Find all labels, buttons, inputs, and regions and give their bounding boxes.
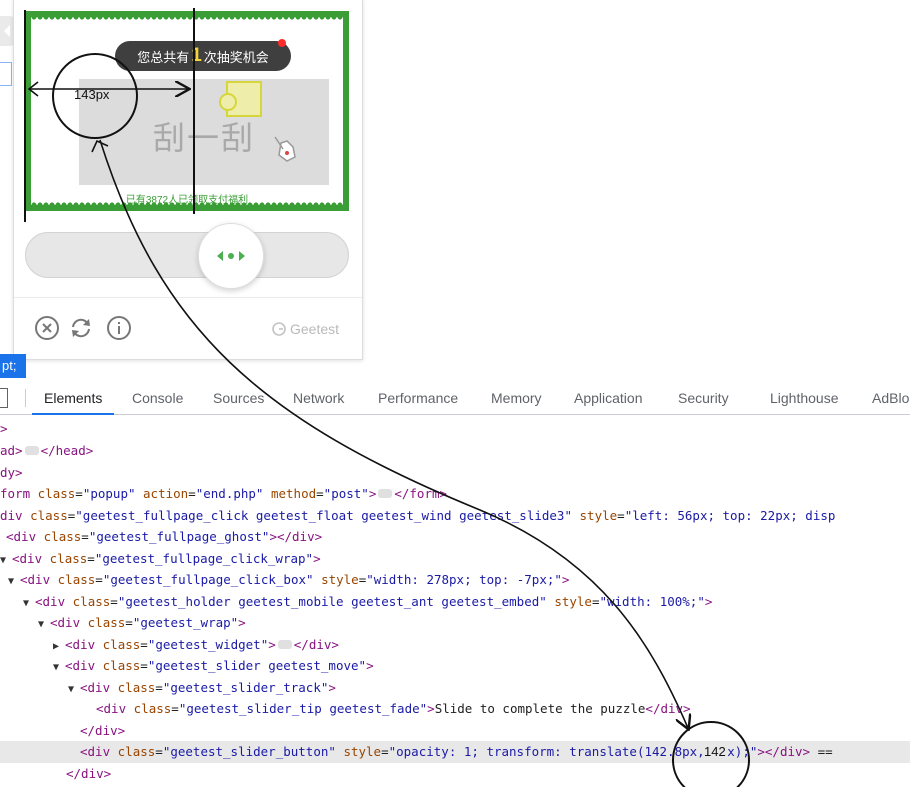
dom-line-fullpage-click[interactable]: div class="geetest_fullpage_click geetes… <box>0 505 835 527</box>
geetest-logo[interactable]: Geetest <box>272 321 339 337</box>
scratch-card: 刮一刮 <box>79 79 329 185</box>
puzzle-slot-icon <box>219 81 262 117</box>
dom-line-close-div[interactable]: </div> <box>80 720 125 742</box>
lottery-suffix: 次抽奖机会 <box>203 49 269 65</box>
tab-application[interactable]: Application <box>574 382 643 414</box>
slider-arrows-icon <box>217 251 245 261</box>
dom-line-slider-button[interactable]: <div class="geetest_slider_button" style… <box>0 741 910 763</box>
geetest-brand-text: Geetest <box>290 321 340 337</box>
prize-banner: 您总共有 1 次抽奖机会 刮一刮 已有3872人已领取支付福利 <box>25 11 349 211</box>
tab-console[interactable]: Console <box>132 382 183 414</box>
dom-line-close-div[interactable]: </div> <box>66 763 111 785</box>
puzzle-knob <box>219 93 237 111</box>
dom-line-widget[interactable]: ▶ <div class="geetest_widget"> </div> <box>53 634 339 656</box>
winners-caption: 已有3872人已领取支付福利 <box>125 195 249 206</box>
tab-memory[interactable]: Memory <box>491 382 542 414</box>
close-icon[interactable] <box>34 315 60 341</box>
element-tooltip: pt; <box>0 354 26 378</box>
dom-line-slider-tip[interactable]: <div class="geetest_slider_tip geetest_f… <box>96 698 691 720</box>
tab-lighthouse[interactable]: Lighthouse <box>770 382 839 414</box>
dom-line-form[interactable]: form class="popup" action="end.php" meth… <box>0 483 447 505</box>
page-edge-input <box>0 62 12 86</box>
tab-sources[interactable]: Sources <box>213 382 264 414</box>
collapse-arrow-tab[interactable] <box>0 16 14 46</box>
expand-triangle-icon[interactable]: ▼ <box>23 593 35 615</box>
scratch-label: 刮一刮 <box>153 120 256 156</box>
lottery-prefix: 您总共有 <box>137 49 190 65</box>
tab-performance[interactable]: Performance <box>378 382 458 414</box>
info-icon[interactable] <box>106 315 132 341</box>
dom-line-body[interactable]: dy> <box>0 462 23 484</box>
tab-separator <box>25 389 26 407</box>
hand-pointer-icon <box>274 136 296 162</box>
lottery-chances-badge: 您总共有 1 次抽奖机会 <box>115 41 291 71</box>
dom-line-wrap[interactable]: ▼ <div class="geetest_wrap"> <box>38 612 246 634</box>
slider-handle[interactable] <box>198 223 264 289</box>
collapsed-ellipsis[interactable] <box>277 639 292 649</box>
dom-line[interactable]: > <box>0 418 8 440</box>
collapsed-ellipsis[interactable] <box>24 446 39 455</box>
collapsed-ellipsis[interactable] <box>378 489 393 498</box>
distance-label: 143px <box>74 87 110 102</box>
dom-line-click-wrap[interactable]: ▼ <div class="geetest_fullpage_click_wrap… <box>0 548 321 570</box>
dom-line-slider-track[interactable]: ▼ <div class="geetest_slider_track"> <box>68 677 336 699</box>
dom-line-click-box[interactable]: ▼ <div class="geetest_fullpage_click_box"… <box>8 569 569 591</box>
dom-line-slider[interactable]: ▼ <div class="geetest_slider geetest_move… <box>53 655 374 677</box>
expand-triangle-icon[interactable]: ▼ <box>53 657 65 679</box>
tab-network[interactable]: Network <box>293 382 344 414</box>
devtools-tabbar: Elements Console Sources Network Perform… <box>0 382 910 415</box>
geetest-logo-icon <box>272 322 286 336</box>
expand-triangle-icon[interactable]: ▼ <box>38 614 50 636</box>
expand-triangle-icon[interactable]: ▼ <box>8 571 20 593</box>
dom-line-ghost[interactable]: <div class="geetest_fullpage_ghost"></di… <box>6 526 322 548</box>
collapse-triangle-icon[interactable]: ▶ <box>53 636 65 658</box>
scallop-border-top <box>31 17 343 23</box>
lottery-count: 1 <box>191 45 202 66</box>
captcha-popup: 您总共有 1 次抽奖机会 刮一刮 已有3872人已领取支付福利 Geetest <box>13 0 363 360</box>
tab-security[interactable]: Security <box>678 382 729 414</box>
prize-banner-inner: 您总共有 1 次抽奖机会 刮一刮 已有3872人已领取支付福利 <box>31 17 343 206</box>
dom-line-head[interactable]: ad> </head> <box>0 440 93 462</box>
tab-adblock[interactable]: AdBlo <box>872 382 909 414</box>
expand-triangle-icon[interactable]: ▼ <box>0 550 12 572</box>
dom-line-holder[interactable]: ▼ <div class="geetest_holder geetest_mobi… <box>23 591 712 613</box>
expand-triangle-icon[interactable]: ▼ <box>68 679 80 701</box>
tab-elements[interactable]: Elements <box>31 382 115 415</box>
translate-label: 142 <box>702 744 728 759</box>
slider-track[interactable] <box>25 232 349 278</box>
footer-divider <box>14 297 362 298</box>
refresh-icon[interactable] <box>68 315 94 341</box>
device-toolbar-icon[interactable] <box>0 388 8 408</box>
notification-dot <box>278 39 286 47</box>
